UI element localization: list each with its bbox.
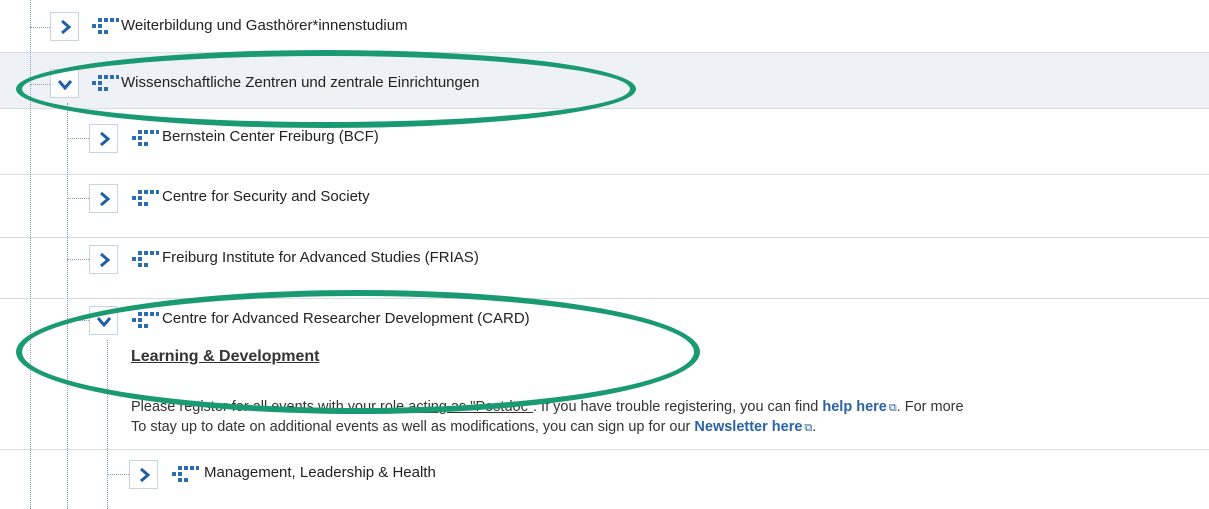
tree-row-css bbox=[0, 175, 1209, 238]
tree-node-label[interactable]: Wissenschaftliche Zentren und zentrale E… bbox=[121, 74, 480, 91]
expand-button[interactable] bbox=[129, 460, 158, 489]
chevron-right-icon bbox=[60, 19, 71, 34]
card-description-line2: To stay up to date on additional events … bbox=[131, 417, 816, 438]
chevron-down-icon bbox=[96, 316, 111, 327]
role-link[interactable]: role acting as "Postdoc" bbox=[380, 399, 533, 415]
tree-guide-line bbox=[107, 340, 108, 509]
collapse-button[interactable] bbox=[50, 69, 79, 98]
tree-row-frias bbox=[0, 238, 1209, 299]
tree-node-icon bbox=[92, 75, 119, 91]
tree-node-icon bbox=[132, 251, 159, 267]
tree-connector bbox=[30, 84, 50, 85]
tree-node-label[interactable]: Centre for Advanced Researcher Developme… bbox=[162, 310, 530, 327]
chevron-right-icon bbox=[139, 467, 150, 482]
help-link[interactable]: help here bbox=[822, 399, 886, 415]
tree-node-label[interactable]: Centre for Security and Society bbox=[162, 188, 370, 205]
tree-node-label[interactable]: Freiburg Institute for Advanced Studies … bbox=[162, 249, 479, 266]
tree-guide-line bbox=[67, 103, 68, 509]
expand-button[interactable] bbox=[89, 124, 118, 153]
chevron-right-icon bbox=[99, 252, 110, 267]
tree-node-label[interactable]: Management, Leadership & Health bbox=[204, 464, 436, 481]
expand-button[interactable] bbox=[50, 12, 79, 41]
description-text: . bbox=[812, 419, 817, 435]
tree-node-icon bbox=[132, 190, 159, 206]
tree-node-icon bbox=[132, 130, 159, 146]
description-text: . For more bbox=[896, 399, 964, 415]
chevron-right-icon bbox=[99, 191, 110, 206]
description-text: To stay up to date on additional events … bbox=[131, 419, 695, 435]
tree-connector bbox=[67, 259, 89, 260]
tree-guide-line bbox=[30, 0, 31, 509]
tree-connector bbox=[107, 474, 129, 475]
external-link-icon: ⧉ bbox=[888, 402, 897, 414]
tree-node-icon bbox=[92, 18, 119, 34]
tree-node-icon bbox=[132, 312, 159, 328]
chevron-right-icon bbox=[99, 131, 110, 146]
section-heading-link[interactable]: Learning & Development bbox=[131, 348, 319, 366]
card-description-line1: Please register for all events with your… bbox=[131, 397, 964, 418]
tree-node-label[interactable]: Bernstein Center Freiburg (BCF) bbox=[162, 128, 379, 145]
tree-node-label[interactable]: Weiterbildung und Gasthörer*innenstudium bbox=[121, 17, 408, 34]
description-text: Please register for all events with your bbox=[131, 399, 381, 415]
tree-connector bbox=[67, 198, 89, 199]
newsletter-link[interactable]: Newsletter here bbox=[694, 419, 802, 435]
description-text: . If you have trouble registering, you c… bbox=[533, 399, 823, 415]
chevron-down-icon bbox=[57, 79, 72, 90]
tree-connector bbox=[67, 320, 89, 321]
collapse-button[interactable] bbox=[89, 306, 118, 335]
expand-button[interactable] bbox=[89, 245, 118, 274]
tree-connector bbox=[30, 27, 50, 28]
tree-node-icon bbox=[172, 466, 199, 482]
tree-connector bbox=[67, 138, 89, 139]
expand-button[interactable] bbox=[89, 184, 118, 213]
